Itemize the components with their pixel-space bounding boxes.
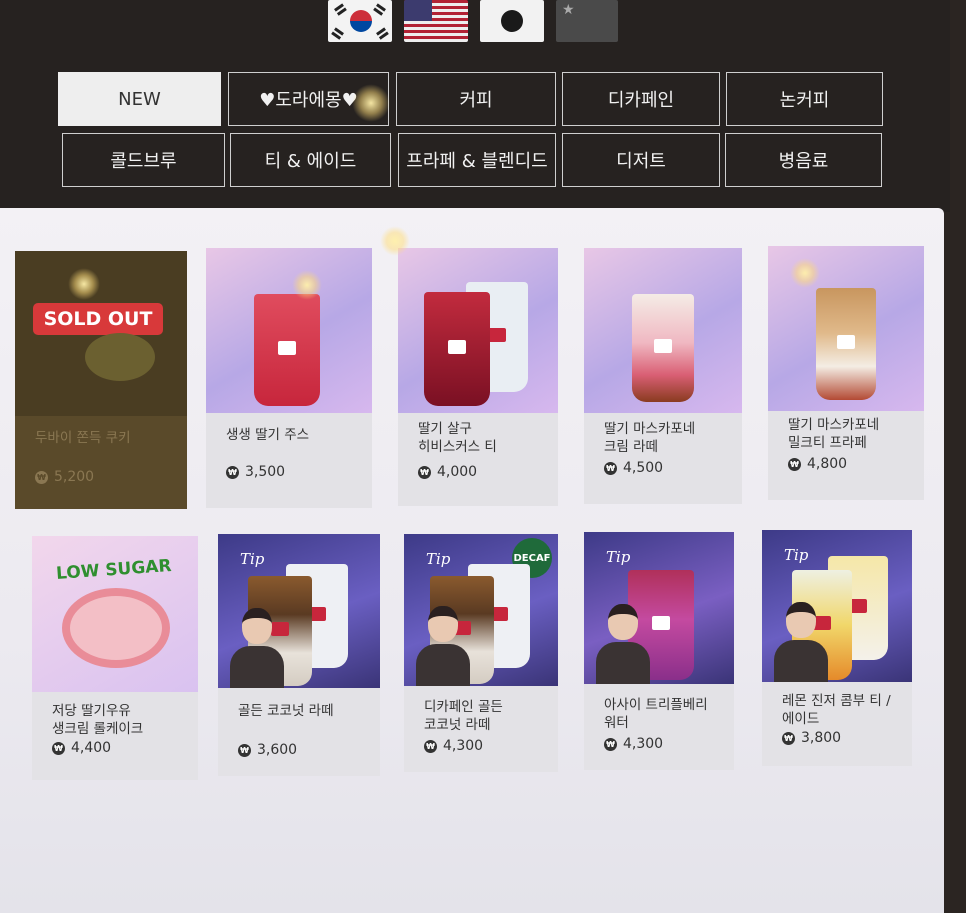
- light-glare: [380, 226, 410, 256]
- tip-tag: Tip: [240, 550, 265, 568]
- tab-label: 콜드브루: [110, 151, 177, 172]
- product-price: ₩4,500: [604, 460, 663, 476]
- product-price: ₩5,200: [35, 469, 94, 485]
- product-card[interactable]: 딸기 마스카포네 밀크티 프라페 ₩4,800: [768, 246, 924, 500]
- light-glare: [68, 268, 100, 300]
- light-glare: [352, 84, 390, 122]
- japan-flag-icon[interactable]: [480, 0, 544, 42]
- product-card[interactable]: Tip DECAF 디카페인 골든 코코넛 라떼 ₩4,300: [404, 534, 558, 772]
- product-image: Tip DECAF: [404, 534, 558, 686]
- won-icon: ₩: [782, 731, 795, 745]
- roll-cake-icon: [62, 588, 170, 668]
- tab-label: 티 & 에이드: [264, 151, 357, 172]
- product-name: 생생 딸기 주스: [226, 427, 310, 443]
- product-image: Tip: [218, 534, 380, 688]
- china-flag-icon[interactable]: ★: [556, 0, 618, 42]
- product-price: ₩3,800: [782, 730, 841, 746]
- light-glare: [790, 258, 820, 288]
- product-price: ₩4,400: [52, 740, 111, 756]
- product-price: ₩4,300: [424, 738, 483, 754]
- drink-cup-icon: [424, 292, 490, 406]
- won-icon: ₩: [418, 465, 431, 479]
- product-image: [206, 248, 372, 413]
- tab-label: NEW: [118, 88, 161, 110]
- product-name: 저당 딸기우유 생크림 롤케이크: [52, 703, 144, 737]
- won-icon: ₩: [604, 461, 617, 475]
- tab-label: 병음료: [778, 151, 829, 172]
- product-card[interactable]: SOLD OUT 두바이 쫀득 쿠키 ₩5,200: [15, 251, 187, 509]
- product-image: [584, 248, 742, 413]
- tab-label: 논커피: [779, 90, 830, 111]
- product-card[interactable]: Tip 레몬 진저 콤부 티 / 에이드 ₩3,800: [762, 530, 912, 766]
- tab-label: 프라페 & 블렌디드: [406, 151, 548, 172]
- light-glare: [292, 270, 322, 300]
- tab-tea-ade[interactable]: 티 & 에이드: [230, 133, 391, 187]
- product-image: SOLD OUT: [15, 251, 187, 416]
- drink-cup-icon: [632, 294, 694, 402]
- won-icon: ₩: [604, 737, 617, 751]
- product-card[interactable]: 생생 딸기 주스 ₩3,500: [206, 248, 372, 508]
- won-icon: ₩: [424, 739, 437, 753]
- korean-flag-icon[interactable]: [328, 0, 392, 42]
- product-card[interactable]: 딸기 살구 히비스커스 티 ₩4,000: [398, 248, 558, 506]
- product-card[interactable]: LOW SUGAR 저당 딸기우유 생크림 롤케이크 ₩4,400: [32, 536, 198, 780]
- model-photo: [594, 604, 650, 684]
- model-photo: [228, 608, 284, 688]
- product-name: 레몬 진저 콤부 티 / 에이드: [782, 693, 891, 727]
- tab-label: ♥도라에몽♥: [259, 90, 358, 111]
- tab-frappe-blended[interactable]: 프라페 & 블렌디드: [398, 133, 556, 187]
- tab-bottled[interactable]: 병음료: [725, 133, 882, 187]
- drink-cup-icon: [254, 294, 320, 406]
- product-name: 디카페인 골든 코코넛 라떼: [424, 699, 503, 733]
- language-selector: ★: [328, 0, 618, 42]
- tab-dessert[interactable]: 디저트: [562, 133, 720, 187]
- kiosk-screen: ★ NEW ♥도라에몽♥ 커피 디카페인 논커피 콜드브루 티 & 에이드 프라…: [0, 0, 966, 913]
- won-icon: ₩: [226, 465, 239, 479]
- product-price: ₩4,300: [604, 736, 663, 752]
- product-name: 딸기 살구 히비스커스 티: [418, 421, 497, 455]
- product-price: ₩3,500: [226, 464, 285, 480]
- won-icon: ₩: [35, 470, 48, 484]
- product-name: 딸기 마스카포네 밀크티 프라페: [788, 417, 880, 451]
- tab-non-coffee[interactable]: 논커피: [726, 72, 883, 126]
- product-image: LOW SUGAR: [32, 536, 198, 692]
- product-image: Tip: [584, 532, 734, 684]
- product-price: ₩4,800: [788, 456, 847, 472]
- tab-label: 커피: [459, 90, 493, 111]
- product-card[interactable]: 딸기 마스카포네 크림 라떼 ₩4,500: [584, 248, 742, 504]
- low-sugar-badge: LOW SUGAR: [55, 555, 173, 585]
- tab-coffee[interactable]: 커피: [396, 72, 556, 126]
- product-card[interactable]: Tip 골든 코코넛 라떼 ₩3,600: [218, 534, 380, 776]
- tip-tag: Tip: [426, 550, 451, 568]
- drink-cup-icon: [816, 288, 876, 400]
- header: ★ NEW ♥도라에몽♥ 커피 디카페인 논커피 콜드브루 티 & 에이드 프라…: [0, 0, 950, 212]
- product-card[interactable]: Tip 아사이 트리플베리 워터 ₩4,300: [584, 532, 734, 770]
- us-flag-icon[interactable]: [404, 0, 468, 42]
- won-icon: ₩: [238, 743, 251, 757]
- tab-new[interactable]: NEW: [58, 72, 221, 126]
- tab-label: 디카페인: [607, 90, 675, 111]
- won-icon: ₩: [52, 741, 65, 755]
- model-photo: [414, 606, 470, 686]
- won-icon: ₩: [788, 457, 801, 471]
- product-name: 아사이 트리플베리 워터: [604, 697, 708, 731]
- tab-label: 디저트: [616, 151, 666, 172]
- model-photo: [772, 602, 828, 682]
- product-grid: SOLD OUT 두바이 쫀득 쿠키 ₩5,200 생생 딸기 주스 ₩3,50…: [0, 208, 944, 913]
- tip-tag: Tip: [784, 546, 809, 564]
- tab-cold-brew[interactable]: 콜드브루: [62, 133, 225, 187]
- product-image: [398, 248, 558, 413]
- product-price: ₩3,600: [238, 742, 297, 758]
- product-name: 두바이 쫀득 쿠키: [35, 430, 131, 446]
- tip-tag: Tip: [606, 548, 631, 566]
- product-name: 골든 코코넛 라떼: [238, 703, 334, 719]
- tab-decaf[interactable]: 디카페인: [562, 72, 720, 126]
- product-name: 딸기 마스카포네 크림 라떼: [604, 421, 696, 455]
- product-image: Tip: [762, 530, 912, 682]
- sold-out-badge: SOLD OUT: [33, 303, 163, 335]
- product-price: ₩4,000: [418, 464, 477, 480]
